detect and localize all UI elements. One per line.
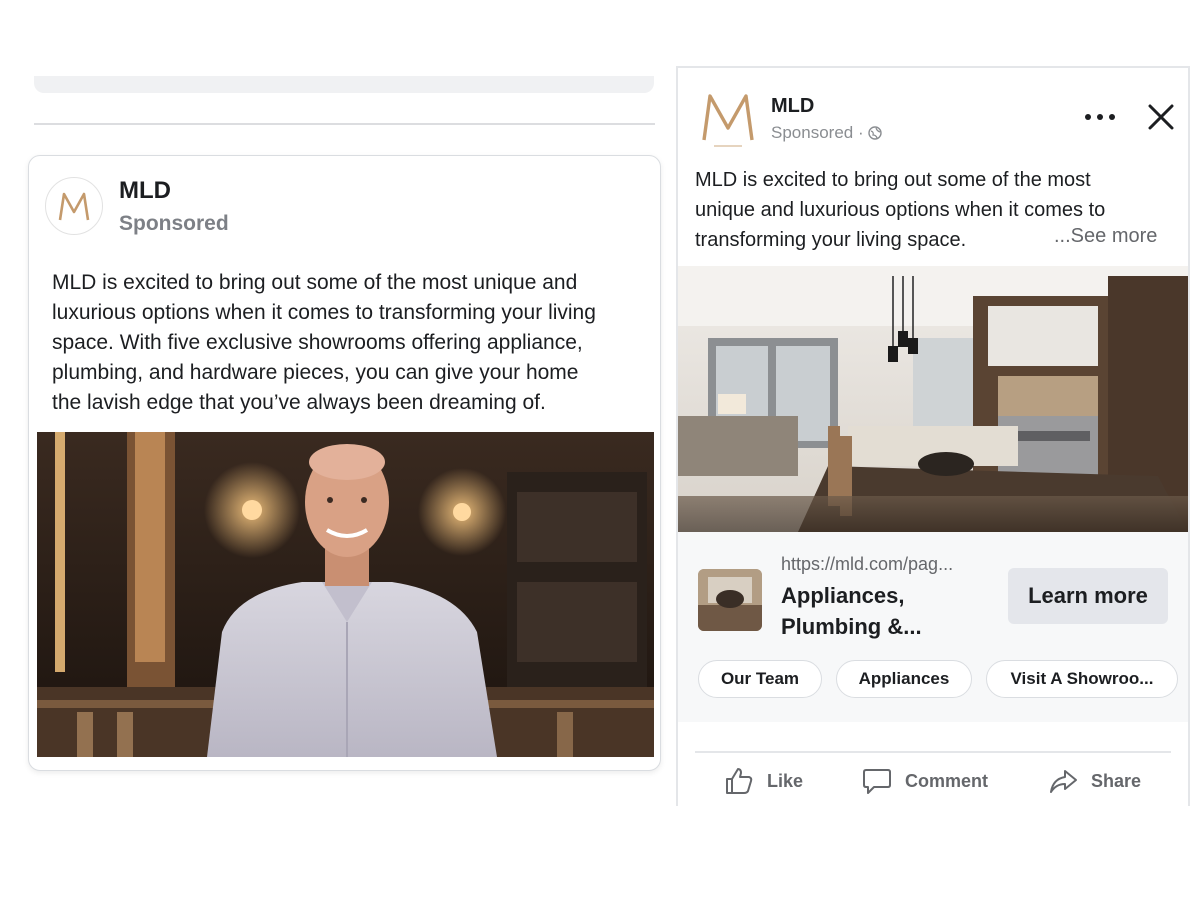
link-title[interactable]: Appliances, Plumbing &... — [781, 580, 981, 642]
body-line: MLD is excited to bring out some of the … — [52, 271, 578, 294]
globe-icon — [867, 126, 882, 140]
page-name[interactable]: MLD — [119, 177, 171, 205]
body-line: the lavish edge that you’ve always been … — [52, 391, 546, 414]
chip-our-team[interactable]: Our Team — [698, 660, 822, 698]
sponsored-label[interactable]: Sponsored — [119, 212, 229, 236]
mld-logo-avatar[interactable] — [45, 177, 103, 235]
share-arrow-icon — [1050, 770, 1077, 793]
post-video-man-in-kitchen[interactable] — [37, 432, 654, 757]
post-image-kitchen[interactable] — [678, 266, 1188, 532]
share-label: Share — [1091, 770, 1142, 791]
body-line: plumbing, and hardware pieces, you can g… — [52, 361, 579, 384]
page-name[interactable]: MLD — [771, 95, 814, 118]
body-line: MLD is excited to bring out some of the … — [695, 169, 1091, 191]
mld-logo-icon — [702, 94, 754, 147]
comment-label: Comment — [905, 770, 989, 791]
thumbnail-image — [698, 569, 762, 631]
close-icon[interactable] — [1144, 100, 1178, 134]
thumbs-up-icon — [726, 768, 753, 794]
link-title-line: Appliances, — [781, 583, 905, 608]
chip-visit-showroom[interactable]: Visit A Showroo... — [986, 660, 1178, 698]
left-sponsored-post: MLD Sponsored MLD is excited to bring ou… — [28, 155, 661, 771]
more-options-button[interactable] — [1078, 106, 1122, 128]
chip-appliances[interactable]: Appliances — [836, 660, 972, 698]
more-horizontal-icon — [1085, 114, 1091, 120]
body-line: space. With five exclusive showrooms off… — [52, 331, 583, 354]
previous-post-edge — [34, 76, 654, 93]
link-thumbnail[interactable] — [698, 569, 762, 631]
link-url[interactable]: https://mld.com/pag... — [781, 554, 953, 575]
link-preview: https://mld.com/pag... Appliances, Plumb… — [678, 532, 1188, 722]
action-divider — [695, 751, 1171, 753]
share-button[interactable]: Share — [1047, 764, 1141, 798]
see-more-link[interactable]: ...See more — [1054, 225, 1157, 248]
body-line: luxurious options when it comes to trans… — [52, 301, 596, 324]
comment-button[interactable]: Comment — [861, 764, 988, 798]
like-button[interactable]: Like — [723, 764, 803, 798]
sponsored-row: Sponsored · — [771, 123, 882, 143]
comment-bubble-icon — [863, 769, 891, 794]
sponsored-label[interactable]: Sponsored · — [771, 123, 864, 143]
like-label: Like — [767, 770, 804, 791]
link-title-line: Plumbing &... — [781, 614, 922, 639]
mld-logo-icon — [58, 192, 90, 221]
post-body-text: MLD is excited to bring out some of the … — [52, 268, 647, 418]
feed-divider — [34, 123, 655, 125]
more-horizontal-icon — [1097, 114, 1103, 120]
learn-more-button[interactable]: Learn more — [1008, 568, 1168, 624]
more-horizontal-icon — [1109, 114, 1115, 120]
kitchen-image — [678, 266, 1188, 532]
right-sponsored-post: MLD Sponsored · MLD is excited to bring … — [676, 66, 1190, 806]
spokesperson-image — [37, 432, 654, 757]
mld-logo-avatar[interactable] — [698, 86, 758, 152]
body-line: unique and luxurious options when it com… — [695, 199, 1106, 221]
